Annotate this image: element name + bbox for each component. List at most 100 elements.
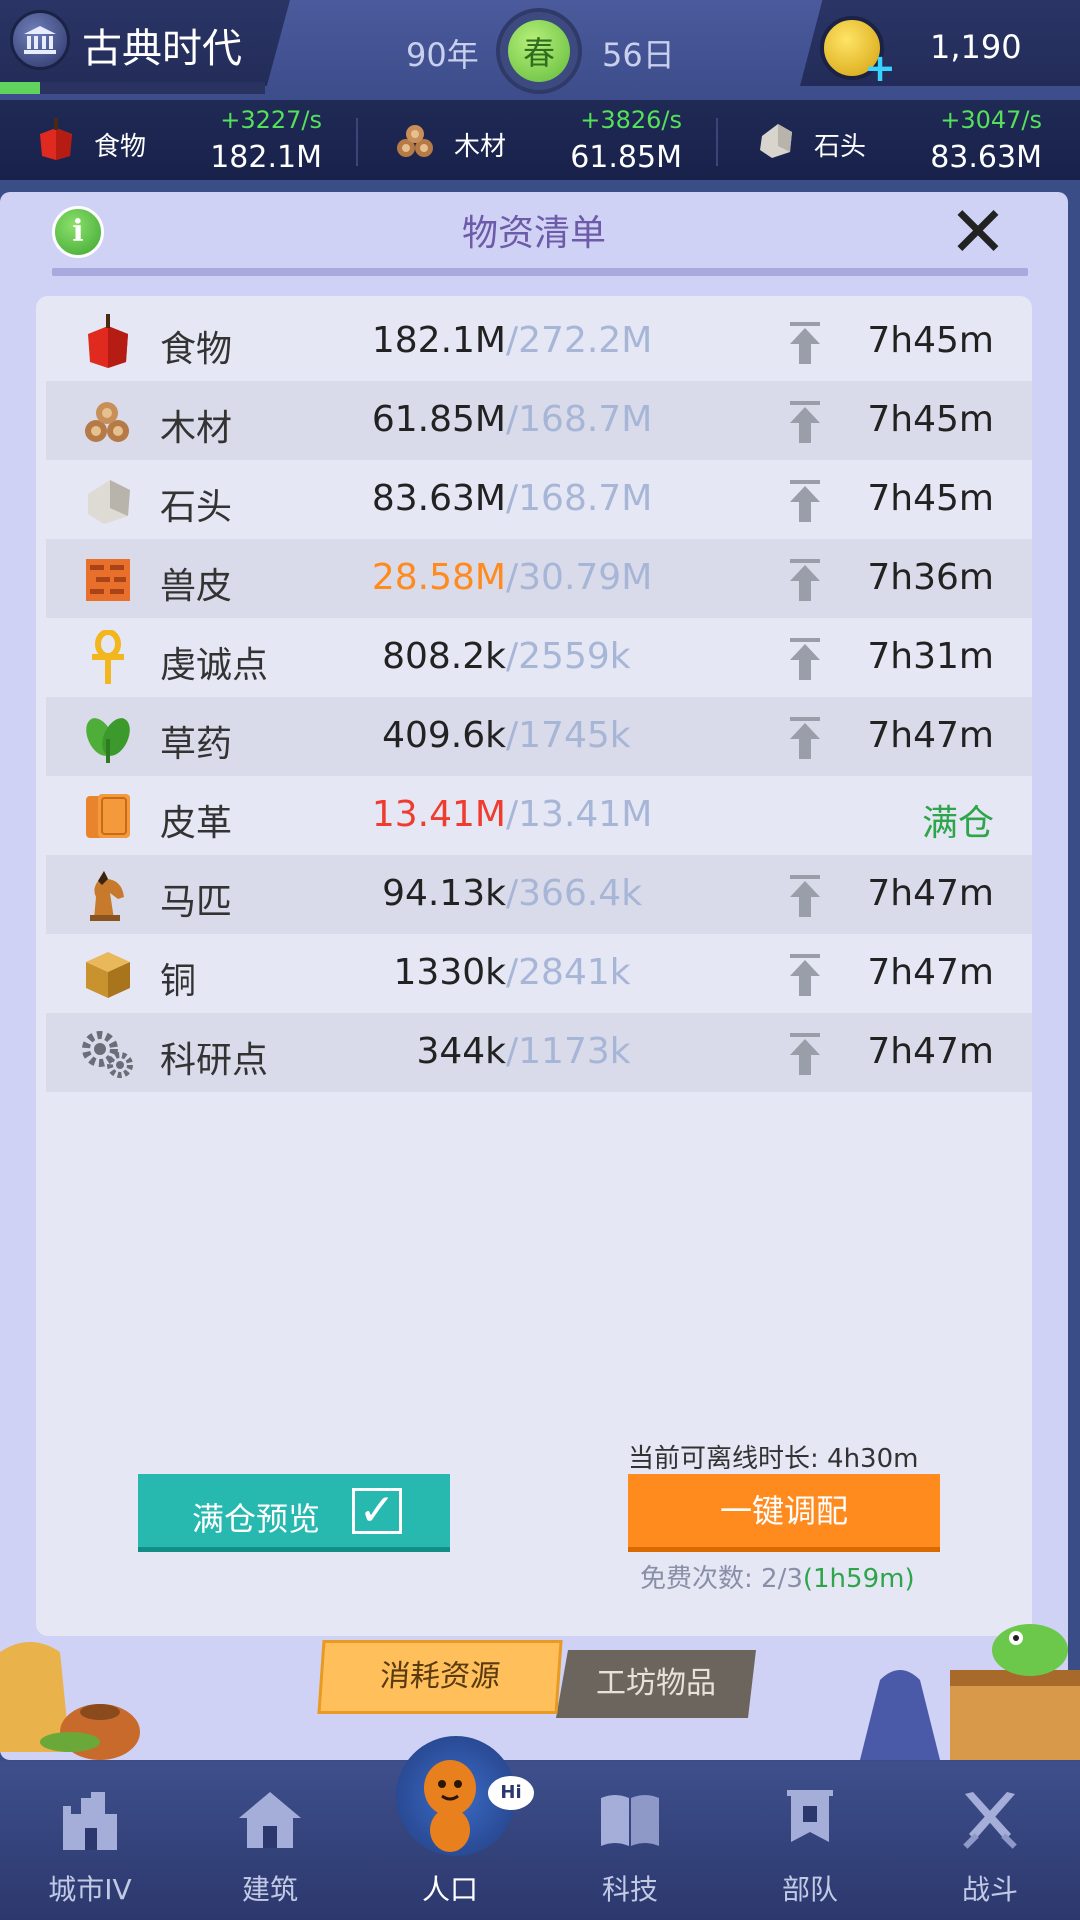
fill-time: 7h47m: [867, 1031, 994, 1072]
storage-full-status: 满仓: [921, 803, 994, 844]
nav-buildings[interactable]: 建筑: [190, 1762, 350, 1920]
one-click-allocate-button[interactable]: 一键调配: [628, 1474, 940, 1552]
hide-icon: [86, 559, 130, 601]
resource-amount: 61.85M: [371, 399, 506, 440]
resource-name: 木材: [454, 132, 507, 162]
house-icon: [239, 1792, 301, 1848]
grain-sack-pottery-decoration: [0, 1642, 140, 1760]
free-uses-count: 免费次数: 2/3: [640, 1564, 803, 1594]
resource-wood[interactable]: 木材 +3826/s 61.85M: [360, 100, 720, 180]
resource-capacity: /272.2M: [506, 320, 653, 361]
resource-capacity: /1745k: [506, 715, 631, 756]
resource-amount: 83.63M: [371, 478, 506, 519]
resource-table: 食物 182.1M /272.2M 7h45m 木材 61.85M /168.7…: [46, 302, 1032, 1092]
nav-troops[interactable]: 部队: [730, 1762, 890, 1920]
year-label: 90年: [406, 36, 479, 74]
resource-amount: 344k: [416, 1031, 506, 1072]
table-row[interactable]: 石头 83.63M /168.7M 7h45m: [46, 460, 1032, 539]
resource-capacity: /2841k: [506, 952, 631, 993]
tab-workshop-items[interactable]: 工坊物品: [556, 1650, 756, 1718]
resource-name: 石头: [814, 132, 867, 162]
apple-icon: [40, 118, 72, 160]
city-castle-icon: [63, 1792, 117, 1850]
wood-logs-icon: [85, 402, 129, 442]
resource-name: 草药: [160, 724, 233, 765]
header-divider: [52, 268, 1028, 276]
upgrade-arrow-icon[interactable]: [788, 875, 822, 917]
table-row[interactable]: 虔诚点 808.2k /2559k 7h31m: [46, 618, 1032, 697]
resource-food[interactable]: 食物 +3227/s 182.1M: [0, 100, 360, 180]
resource-stone[interactable]: 石头 +3047/s 83.63M: [720, 100, 1080, 180]
dialog-title: 物资清单: [461, 213, 606, 254]
table-row[interactable]: 草药 409.6k /1745k 7h47m: [46, 697, 1032, 776]
resource-list-dialog: i 物资清单 ✕ 食物 182.1M /272.2M 7h45m 木材 61.8…: [0, 192, 1068, 1760]
upgrade-arrow-icon[interactable]: [788, 480, 822, 522]
resource-rate: +3227/s: [220, 106, 322, 134]
resource-amount: 13.41M: [371, 794, 506, 835]
resource-amount: 61.85M: [570, 140, 682, 175]
leather-icon: [86, 794, 130, 838]
resource-amount: 409.6k: [382, 715, 506, 756]
temple-icon[interactable]: [10, 10, 70, 70]
table-row[interactable]: 马匹 94.13k /366.4k 7h47m: [46, 855, 1032, 934]
stone-icon: [760, 124, 792, 158]
citizen-icon: [424, 1760, 476, 1852]
table-row[interactable]: 食物 182.1M /272.2M 7h45m: [46, 302, 1032, 381]
table-row[interactable]: 科研点 344k /1173k 7h47m: [46, 1013, 1032, 1092]
resource-name: 兽皮: [160, 566, 233, 607]
divider: [356, 118, 358, 166]
free-uses-label: 免费次数: 2/3(1h59m): [640, 1558, 915, 1595]
resource-capacity: /30.79M: [506, 557, 653, 598]
upgrade-arrow-icon[interactable]: [788, 322, 822, 364]
checkbox-checked-icon[interactable]: ✓: [352, 1488, 402, 1534]
coin-count: 1,190: [930, 28, 1022, 66]
close-icon[interactable]: ✕: [944, 197, 1012, 267]
resource-capacity: /1173k: [506, 1031, 631, 1072]
divider: [716, 118, 718, 166]
tab-consumable-resources[interactable]: 消耗资源: [317, 1640, 563, 1714]
nav-technology[interactable]: 科技: [550, 1762, 710, 1920]
upgrade-arrow-icon[interactable]: [788, 559, 822, 601]
table-row[interactable]: 铜 1330k /2841k 7h47m: [46, 934, 1032, 1013]
fill-time: 7h47m: [867, 952, 994, 993]
resource-amount: 182.1M: [371, 320, 506, 361]
upgrade-arrow-icon[interactable]: [788, 638, 822, 680]
upgrade-arrow-icon[interactable]: [788, 954, 822, 996]
resource-name: 食物: [160, 329, 233, 370]
add-coins-button[interactable]: +: [864, 49, 896, 87]
upgrade-arrow-icon[interactable]: [788, 717, 822, 759]
resource-name: 科研点: [160, 1040, 269, 1081]
full-preview-button[interactable]: 满仓预览 ✓: [138, 1474, 450, 1552]
fill-time: 7h36m: [867, 557, 994, 598]
table-row[interactable]: 兽皮 28.58M /30.79M 7h36m: [46, 539, 1032, 618]
table-row[interactable]: 皮革 13.41M /13.41M 满仓: [46, 776, 1032, 855]
fill-time: 7h45m: [867, 478, 994, 519]
dialog-tabs: 工坊物品 消耗资源: [317, 1640, 760, 1720]
upgrade-arrow-icon[interactable]: [788, 1033, 822, 1075]
herb-leaf-icon: [86, 718, 130, 763]
full-preview-label: 满仓预览: [192, 1500, 321, 1538]
resource-amount: 83.63M: [930, 140, 1042, 175]
era-progress-fill: [0, 82, 40, 94]
nav-label: 战斗: [961, 1873, 1018, 1906]
day-label: 56日: [602, 36, 675, 74]
nav-city[interactable]: 城市IV: [10, 1762, 170, 1920]
resource-strip: 食物 +3227/s 182.1M 木材 +3826/s 61.85M 石头 +…: [0, 100, 1080, 180]
bottom-navigation: 城市IV 建筑 人口 科技 部队 战斗: [0, 1736, 1080, 1920]
nav-battle[interactable]: 战斗: [910, 1762, 1070, 1920]
resource-name: 铜: [160, 961, 197, 1002]
upgrade-arrow-icon[interactable]: [788, 401, 822, 443]
frog-crate-decoration: [860, 1624, 1080, 1760]
copper-block-icon: [86, 952, 130, 998]
resource-name: 马匹: [160, 882, 233, 923]
resource-capacity: /13.41M: [506, 794, 653, 835]
stone-icon: [88, 480, 130, 524]
resource-name: 皮革: [160, 803, 233, 844]
season-indicator[interactable]: 春: [496, 8, 582, 94]
dialog-body: 食物 182.1M /272.2M 7h45m 木材 61.85M /168.7…: [36, 296, 1032, 1636]
gears-icon: [82, 1031, 133, 1078]
table-row[interactable]: 木材 61.85M /168.7M 7h45m: [46, 381, 1032, 460]
fill-time: 7h45m: [867, 399, 994, 440]
fill-time: 7h47m: [867, 715, 994, 756]
greeting-bubble: Hi: [488, 1776, 534, 1810]
